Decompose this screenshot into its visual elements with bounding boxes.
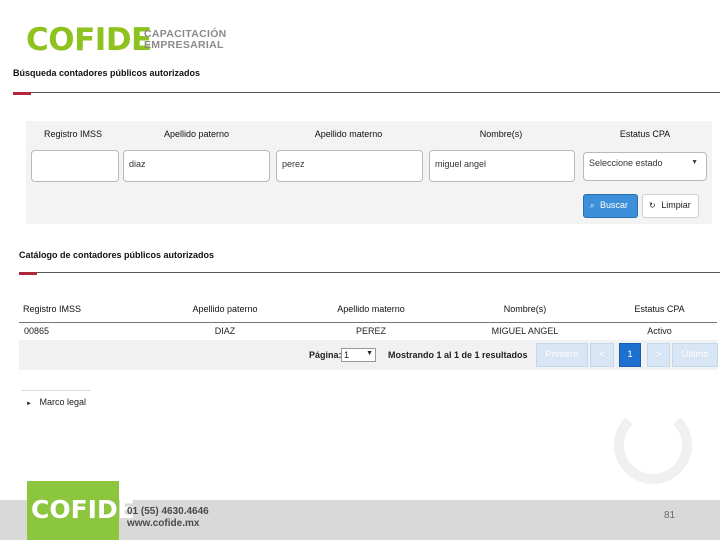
pager-last-button[interactable]: Último	[672, 343, 718, 367]
estatus-select[interactable]: Seleccione estado ▼	[583, 152, 707, 181]
cell-registro-imss: 00865	[24, 326, 50, 336]
table-header-estatus: Estatus CPA	[634, 304, 685, 314]
search-section-divider	[13, 92, 720, 93]
brand-subtitle: CAPACITACIÓN EMPRESARIAL	[144, 29, 227, 51]
catalog-section-accent	[19, 272, 37, 275]
limpiar-button-label: Limpiar	[661, 200, 691, 210]
search-col-apellido-paterno: Apellido paterno	[163, 129, 230, 139]
search-section-accent	[13, 92, 31, 95]
pager-page-label: Página:	[309, 350, 342, 360]
nombres-input[interactable]: miguel angel	[429, 150, 575, 182]
pager-current-page[interactable]: 1	[619, 343, 641, 367]
page-select-value: 1	[344, 350, 350, 360]
pager-first-button[interactable]: Primero	[536, 343, 588, 367]
chevron-down-icon: ▼	[691, 159, 698, 166]
table-header-registro-imss: Registro IMSS	[22, 304, 82, 314]
estatus-select-value: Seleccione estado	[589, 158, 663, 168]
registro-imss-input[interactable]	[31, 150, 119, 182]
watermark-ring-icon	[614, 406, 692, 484]
search-col-nombres: Nombre(s)	[479, 129, 523, 139]
search-col-estatus: Estatus CPA	[619, 129, 671, 139]
pager-prev-button[interactable]: <	[590, 343, 614, 367]
footer-logo: COFIDE	[27, 481, 135, 540]
footer-phone: 01 (55) 4630.4646	[127, 506, 209, 517]
table-header-apellido-materno: Apellido materno	[337, 304, 405, 314]
caret-right-icon: ►	[26, 401, 32, 407]
cell-estatus: Activo	[647, 326, 672, 336]
search-section-title: Búsqueda contadores públicos autorizados	[13, 68, 201, 78]
cell-nombres: MIGUEL ANGEL	[491, 326, 559, 336]
buscar-button[interactable]: ⌕ Buscar	[583, 194, 638, 218]
page-select[interactable]: 1 ▼	[341, 348, 376, 362]
footer-contact: 01 (55) 4630.4646 www.cofide.mx	[127, 506, 209, 530]
table-header-apellido-paterno: Apellido paterno	[192, 304, 258, 314]
page-number: 81	[664, 510, 676, 521]
cell-apellido-paterno: DIAZ	[214, 326, 236, 336]
pager-summary: Mostrando 1 al 1 de 1 resultados	[388, 350, 528, 360]
marco-legal-label: Marco legal	[39, 397, 86, 407]
apellido-paterno-input[interactable]: diaz	[123, 150, 270, 182]
refresh-icon: ↻	[649, 201, 656, 210]
search-icon: ⌕	[590, 201, 595, 210]
buscar-button-label: Buscar	[600, 200, 629, 210]
table-row[interactable]: 00865 DIAZ PEREZ MIGUEL ANGEL Activo	[19, 323, 717, 340]
brand-logo: COFIDE	[26, 22, 152, 58]
catalog-section-title: Catálogo de contadores públicos autoriza…	[19, 250, 215, 260]
footer-website: www.cofide.mx	[127, 518, 200, 529]
search-col-apellido-materno: Apellido materno	[314, 129, 383, 139]
marco-legal-divider	[21, 390, 91, 391]
search-col-registro-imss: Registro IMSS	[43, 129, 103, 139]
limpiar-button[interactable]: ↻ Limpiar	[642, 194, 699, 218]
apellido-materno-input[interactable]: perez	[276, 150, 423, 182]
pager-next-button[interactable]: >	[647, 343, 670, 367]
catalog-section-divider	[19, 272, 720, 273]
table-header-nombres: Nombre(s)	[503, 304, 547, 314]
chevron-down-icon: ▼	[366, 350, 373, 357]
brand-subtitle-line2: EMPRESARIAL	[144, 39, 224, 51]
marco-legal-link[interactable]: ► Marco legal	[26, 397, 86, 407]
cell-apellido-materno: PEREZ	[355, 326, 386, 336]
